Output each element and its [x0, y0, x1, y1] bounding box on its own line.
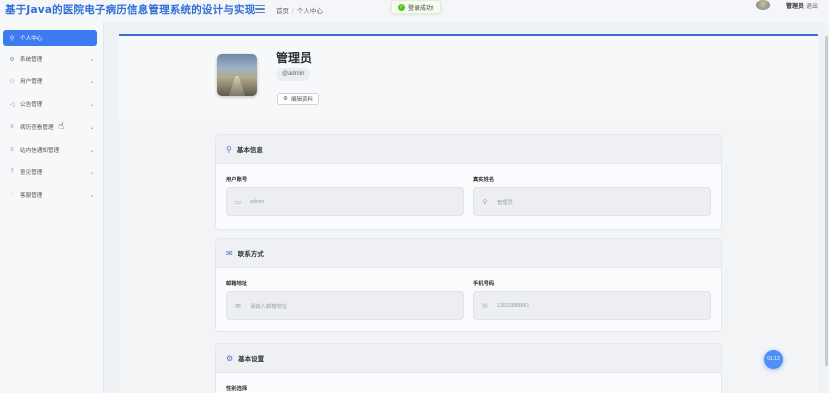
realname-field[interactable]: ⚲ 管理员 [473, 187, 711, 216]
success-toast: ✓ 登录成功! [391, 0, 441, 14]
profile-handle: @admin [276, 68, 311, 81]
email-field[interactable]: ✉ 请输入邮箱地址 [226, 291, 464, 320]
id-card-icon: ▭ [234, 198, 242, 206]
sidebar-item-service[interactable]: ◌ 客服管理 ⌄ [3, 187, 97, 203]
realname-label: 真实姓名 [473, 177, 495, 183]
edit-profile-button[interactable]: ⚙ 编辑资料 [277, 93, 319, 105]
sidebar-item-records[interactable]: ≡ 病历查看管理 ⌄ [3, 119, 97, 135]
gear-icon: ⚙ [9, 56, 15, 63]
sidebar-item-users[interactable]: ⚇ 用户管理 ⌄ [3, 73, 97, 89]
sidebar-item-label: 个人中心 [20, 36, 43, 42]
card-header: ✉ 联系方式 [216, 239, 721, 268]
chevron-down-icon: ⌄ [89, 169, 95, 176]
menu-toggle-icon[interactable] [255, 5, 265, 14]
chevron-down-icon: ⌄ [89, 101, 95, 108]
gear-icon: ⚙ [226, 353, 234, 363]
breadcrumb: 首页 / 个人中心 [276, 5, 323, 15]
phone-field[interactable]: ☏ 13823888881 [473, 291, 711, 320]
breadcrumb-current: 个人中心 [296, 8, 323, 15]
chat-icon: ◌ [10, 192, 14, 198]
sidebar-item-label: 意见管理 [20, 170, 43, 176]
users-icon: ⚇ [9, 78, 15, 85]
profile-name: 管理员 [276, 51, 313, 65]
check-circle-icon: ✓ [398, 3, 405, 11]
sidebar-item-system[interactable]: ⚙ 系统管理 ⌄ [3, 51, 97, 67]
user-name[interactable]: 管理员 [786, 1, 804, 10]
sidebar-item-label: 公告管理 [20, 102, 43, 108]
breadcrumb-separator: / [292, 8, 294, 15]
account-value: admin [250, 198, 265, 205]
email-placeholder: 请输入邮箱地址 [250, 303, 288, 310]
list-icon: ≡ [10, 147, 14, 153]
scrollbar-thumb[interactable] [825, 36, 828, 366]
card-title: 基本设置 [238, 356, 265, 363]
chevron-down-icon: ⌄ [89, 192, 95, 199]
edit-profile-label: 编辑资料 [290, 97, 313, 103]
sidebar-item-label: 系统管理 [20, 57, 43, 63]
user-icon: ⚲ [226, 144, 232, 154]
sidebar-item-label: 病历查看管理 [20, 125, 54, 131]
sidebar-item-messages[interactable]: ≡ 站内信通知管理 ⌄ [3, 142, 97, 158]
sidebar-item-notice[interactable]: ◁ 公告管理 ⌄ [3, 96, 97, 112]
chevron-down-icon: ⌄ [89, 78, 95, 85]
mail-icon: ✉ [226, 248, 233, 258]
sidebar-item-label: 站内信通知管理 [20, 148, 60, 154]
question-icon: ? [10, 169, 14, 175]
chevron-down-icon: ⌄ [89, 124, 95, 131]
user-icon: ⚲ [482, 198, 488, 206]
phone-icon: ☏ [481, 302, 490, 310]
chevron-down-icon: ⌄ [89, 147, 95, 154]
megaphone-icon: ◁ [9, 101, 15, 108]
scrollbar[interactable] [824, 22, 829, 393]
user-icon: ⚲ [9, 35, 15, 42]
time-badge[interactable]: 01:12 [764, 350, 783, 369]
chevron-down-icon: ⌄ [89, 56, 95, 63]
email-label: 邮箱地址 [226, 281, 248, 287]
card-title: 基本信息 [236, 147, 263, 154]
breadcrumb-home[interactable]: 首页 [276, 8, 289, 15]
gear-icon: ⚙ [283, 96, 288, 102]
phone-label: 手机号码 [473, 281, 495, 287]
avatar[interactable] [756, 0, 770, 10]
sidebar-item-feedback[interactable]: ? 意见管理 ⌄ [3, 164, 97, 180]
account-label: 用户账号 [226, 177, 248, 183]
settings-card: ⚙ 基本设置 [215, 343, 722, 393]
top-header: 基于Java的医院电子病历信息管理系统的设计与实现 首页 / 个人中心 ✓ 登录成功… [0, 0, 829, 22]
card-title: 联系方式 [237, 251, 264, 258]
gender-label: 性别选择 [226, 386, 248, 392]
list-icon: ≡ [10, 124, 14, 130]
mail-icon: ✉ [235, 302, 241, 310]
phone-value: 13823888881 [497, 302, 530, 309]
profile-photo[interactable] [217, 54, 257, 96]
logout-link[interactable]: 退出 [806, 1, 818, 10]
account-field[interactable]: ▭ admin [226, 187, 464, 216]
sidebar-item-label: 客服管理 [20, 193, 43, 199]
sidebar-item-label: 用户管理 [20, 79, 43, 85]
app-title: 基于Java的医院电子病历信息管理系统的设计与实现 [5, 4, 256, 16]
sidebar-item-profile[interactable]: ⚲ 个人中心 [3, 30, 97, 46]
card-header: ⚲ 基本信息 [216, 135, 721, 164]
card-header: ⚙ 基本设置 [216, 344, 721, 373]
realname-value: 管理员 [497, 199, 513, 206]
hand-cursor-icon: ☝ [58, 121, 65, 132]
toast-text: 登录成功! [408, 5, 434, 12]
